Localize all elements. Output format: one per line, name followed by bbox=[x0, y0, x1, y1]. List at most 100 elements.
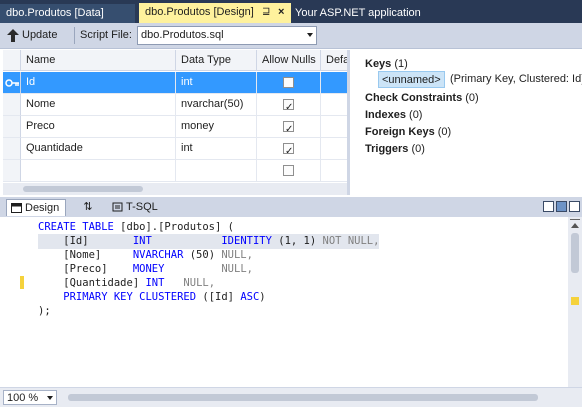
close-icon[interactable]: × bbox=[278, 3, 284, 21]
row-selector[interactable] bbox=[3, 160, 21, 182]
indexes-node[interactable]: Indexes (0) bbox=[365, 107, 422, 124]
splitter-grip[interactable] bbox=[570, 219, 580, 220]
allow-nulls-checkbox[interactable] bbox=[283, 141, 294, 159]
design-icon bbox=[11, 203, 22, 213]
cell-name[interactable]: Nome bbox=[21, 94, 176, 116]
keys-label: Keys bbox=[365, 58, 392, 70]
cell-name[interactable]: Preco bbox=[21, 116, 176, 138]
tab-tsql[interactable]: T-SQL bbox=[108, 199, 164, 216]
tab-design[interactable]: Design bbox=[6, 199, 67, 216]
key-description: (Primary Key, Clustered: Id) bbox=[450, 73, 582, 85]
allow-nulls-checkbox[interactable] bbox=[283, 97, 294, 115]
scrollbar-thumb[interactable] bbox=[571, 233, 579, 273]
column-header-default[interactable]: Defa bbox=[321, 50, 347, 71]
pin-icon[interactable]: ⊒ bbox=[262, 3, 270, 21]
table-row[interactable]: Quantidade int bbox=[3, 138, 347, 160]
allow-nulls-checkbox[interactable] bbox=[283, 77, 294, 88]
row-selector[interactable] bbox=[3, 72, 21, 94]
cell-allow-nulls bbox=[257, 94, 321, 116]
change-marker bbox=[20, 276, 24, 289]
columns-grid: Name Data Type Allow Nulls Defa Id int N… bbox=[3, 50, 347, 195]
allow-nulls-checkbox[interactable] bbox=[283, 119, 294, 137]
cell-allow-nulls bbox=[257, 160, 321, 182]
tab-produtos-data[interactable]: dbo.Produtos [Data] bbox=[0, 4, 135, 23]
editor-margin bbox=[0, 217, 22, 387]
sql-line: [Preco] MONEY NULL, bbox=[38, 263, 253, 275]
split-horizontal-button[interactable] bbox=[556, 201, 567, 212]
swap-panes-button[interactable]: ⇅ bbox=[80, 201, 96, 214]
cell-default[interactable] bbox=[321, 160, 347, 182]
tab-produtos-design[interactable]: dbo.Produtos [Design] ⊒ × bbox=[139, 3, 291, 23]
cell-allow-nulls bbox=[257, 72, 321, 94]
script-file-label: Script File: bbox=[80, 29, 132, 41]
column-header-data-type[interactable]: Data Type bbox=[176, 50, 257, 71]
sql-line: PRIMARY KEY CLUSTERED ([Id] ASC) bbox=[38, 291, 266, 303]
tab-design-label: Design bbox=[25, 202, 60, 214]
cell-name[interactable]: Quantidade bbox=[21, 138, 176, 160]
scrollbar-thumb[interactable] bbox=[68, 394, 538, 401]
grid-horizontal-scrollbar[interactable] bbox=[3, 183, 347, 195]
cell-data-type[interactable] bbox=[176, 160, 257, 182]
key-item-unnamed[interactable]: <unnamed> bbox=[378, 71, 445, 88]
cell-default[interactable] bbox=[321, 72, 347, 94]
editor-vertical-scrollbar[interactable] bbox=[568, 217, 582, 387]
cell-data-type[interactable]: int bbox=[176, 72, 257, 94]
check-constraints-node[interactable]: Check Constraints (0) bbox=[365, 90, 479, 107]
zoom-dropdown[interactable]: 100 % bbox=[3, 390, 57, 405]
scrollbar-thumb[interactable] bbox=[23, 186, 143, 192]
row-selector[interactable] bbox=[3, 116, 21, 138]
scroll-up-icon[interactable] bbox=[571, 223, 579, 228]
triggers-node[interactable]: Triggers (0) bbox=[365, 141, 425, 158]
row-selector[interactable] bbox=[3, 138, 21, 160]
update-label: Update bbox=[22, 29, 58, 41]
sql-line: [Quantidade] INT NULL, bbox=[38, 277, 216, 289]
script-icon bbox=[112, 202, 123, 212]
allow-nulls-checkbox[interactable] bbox=[283, 165, 294, 176]
column-header-name[interactable]: Name bbox=[21, 50, 176, 71]
script-file-value: dbo.Produtos.sql bbox=[141, 29, 224, 41]
change-marker bbox=[571, 297, 579, 305]
tab-tsql-label: T-SQL bbox=[126, 201, 158, 213]
cell-allow-nulls bbox=[257, 116, 321, 138]
cell-default[interactable] bbox=[321, 94, 347, 116]
chevron-down-icon bbox=[47, 396, 53, 400]
collapse-pane-button[interactable] bbox=[569, 201, 580, 212]
check-constraints-label: Check Constraints bbox=[365, 92, 463, 104]
row-selector-header bbox=[3, 50, 21, 71]
table-row[interactable]: Nome nvarchar(50) bbox=[3, 94, 347, 116]
table-row[interactable]: Preco money bbox=[3, 116, 347, 138]
row-selector[interactable] bbox=[3, 94, 21, 116]
cell-data-type[interactable]: money bbox=[176, 116, 257, 138]
script-file-dropdown[interactable]: dbo.Produtos.sql bbox=[137, 26, 317, 45]
table-row-new[interactable] bbox=[3, 160, 347, 182]
triggers-label: Triggers bbox=[365, 143, 409, 155]
cell-data-type[interactable]: int bbox=[176, 138, 257, 160]
editor-horizontal-scrollbar[interactable] bbox=[60, 392, 565, 403]
cell-data-type[interactable]: nvarchar(50) bbox=[176, 94, 257, 116]
tsql-editor[interactable]: CREATE TABLE [dbo].[Produtos] ( [Id] INT… bbox=[0, 217, 582, 387]
keys-count: (1) bbox=[394, 58, 408, 70]
update-button[interactable]: Update bbox=[4, 26, 61, 45]
zoom-value: 100 % bbox=[7, 392, 39, 404]
column-header-allow-nulls[interactable]: Allow Nulls bbox=[257, 50, 321, 71]
foreign-keys-count: (0) bbox=[437, 126, 452, 138]
designer-toolbar: Update Script File: dbo.Produtos.sql bbox=[0, 23, 582, 49]
cell-default[interactable] bbox=[321, 116, 347, 138]
table-row[interactable]: Id int bbox=[3, 72, 347, 94]
toolbar-separator bbox=[74, 27, 75, 44]
tab-aspnet-application[interactable]: Your ASP.NET application bbox=[289, 4, 439, 23]
cell-default[interactable] bbox=[321, 138, 347, 160]
update-arrow-icon bbox=[7, 29, 19, 42]
sql-line: [Id] INT IDENTITY (1, 1) NOT NULL, bbox=[38, 234, 380, 249]
cell-allow-nulls bbox=[257, 138, 321, 160]
sql-line: [Nome] NVARCHAR (50) NULL, bbox=[38, 249, 253, 261]
foreign-keys-node[interactable]: Foreign Keys (0) bbox=[365, 124, 451, 141]
cell-name[interactable]: Id bbox=[21, 72, 176, 94]
cell-name[interactable] bbox=[21, 160, 176, 182]
split-vertical-button[interactable] bbox=[543, 201, 554, 212]
tab-label: dbo.Produtos [Data] bbox=[6, 7, 104, 19]
primary-key-icon bbox=[5, 79, 19, 87]
check-constraints-count: (0) bbox=[465, 92, 479, 104]
tab-label: dbo.Produtos [Design] bbox=[145, 6, 254, 18]
editor-status-bar: 100 % bbox=[0, 387, 582, 407]
